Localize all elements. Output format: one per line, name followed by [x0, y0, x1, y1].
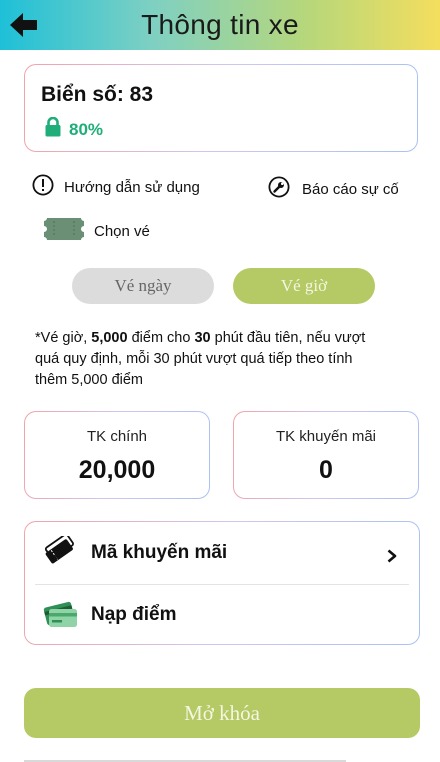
promo-code-label: Mã khuyến mãi — [91, 542, 228, 563]
report-issue-link[interactable]: Báo cáo sự cố — [268, 176, 399, 203]
promo-account-balance: 0 — [319, 456, 333, 484]
page-title: Thông tin xe — [141, 9, 299, 40]
note-middle: điểm cho — [127, 330, 195, 346]
options-menu-card: Mã khuyến mãi Nạp điểm — [24, 521, 420, 645]
note-minutes: 30 — [194, 330, 211, 346]
app-header: Thông tin xe — [0, 0, 440, 50]
choose-ticket-label: Chọn vé — [94, 223, 150, 240]
pricing-note: *Vé giờ, 5,000 điểm cho 30 phút đầu tiên… — [35, 328, 385, 391]
note-points: 5,000 — [91, 330, 128, 346]
coupon-icon — [43, 533, 75, 571]
usage-guide-label: Hướng dẫn sử dụng — [64, 179, 200, 196]
choose-ticket-link[interactable]: Chọn vé — [44, 218, 150, 245]
main-account-card: TK chính 20,000 — [24, 411, 210, 499]
unlock-button[interactable]: Mở khóa — [24, 688, 420, 738]
plate-number: Biển số: 83 — [41, 83, 154, 106]
back-arrow-icon[interactable] — [10, 12, 38, 38]
promo-account-label: TK khuyến mãi — [275, 428, 377, 445]
note-prefix: *Vé giờ, — [35, 330, 92, 346]
usage-guide-link[interactable]: Hướng dẫn sử dụng — [32, 174, 200, 201]
hour-ticket-button[interactable]: Vé giờ — [233, 268, 375, 304]
promo-code-row[interactable]: Mã khuyến mãi — [25, 522, 419, 584]
report-issue-label: Báo cáo sự cố — [302, 181, 399, 198]
top-up-row[interactable]: Nạp điểm — [25, 584, 419, 646]
wrench-icon — [268, 176, 290, 203]
lock-icon — [45, 116, 61, 142]
vehicle-info-card: Biển số: 83 80% — [24, 64, 418, 152]
main-account-label: TK chính — [86, 428, 148, 445]
promo-account-card: TK khuyến mãi 0 — [233, 411, 419, 499]
credit-card-icon — [43, 598, 79, 633]
main-account-balance: 20,000 — [78, 456, 156, 484]
lock-status: 80% — [45, 116, 104, 142]
battery-percent: 80% — [69, 119, 104, 139]
day-ticket-button[interactable]: Vé ngày — [72, 268, 214, 304]
info-icon — [32, 174, 54, 201]
ticket-icon — [44, 218, 84, 245]
chevron-right-icon — [387, 549, 397, 568]
top-up-label: Nạp điểm — [91, 604, 177, 625]
